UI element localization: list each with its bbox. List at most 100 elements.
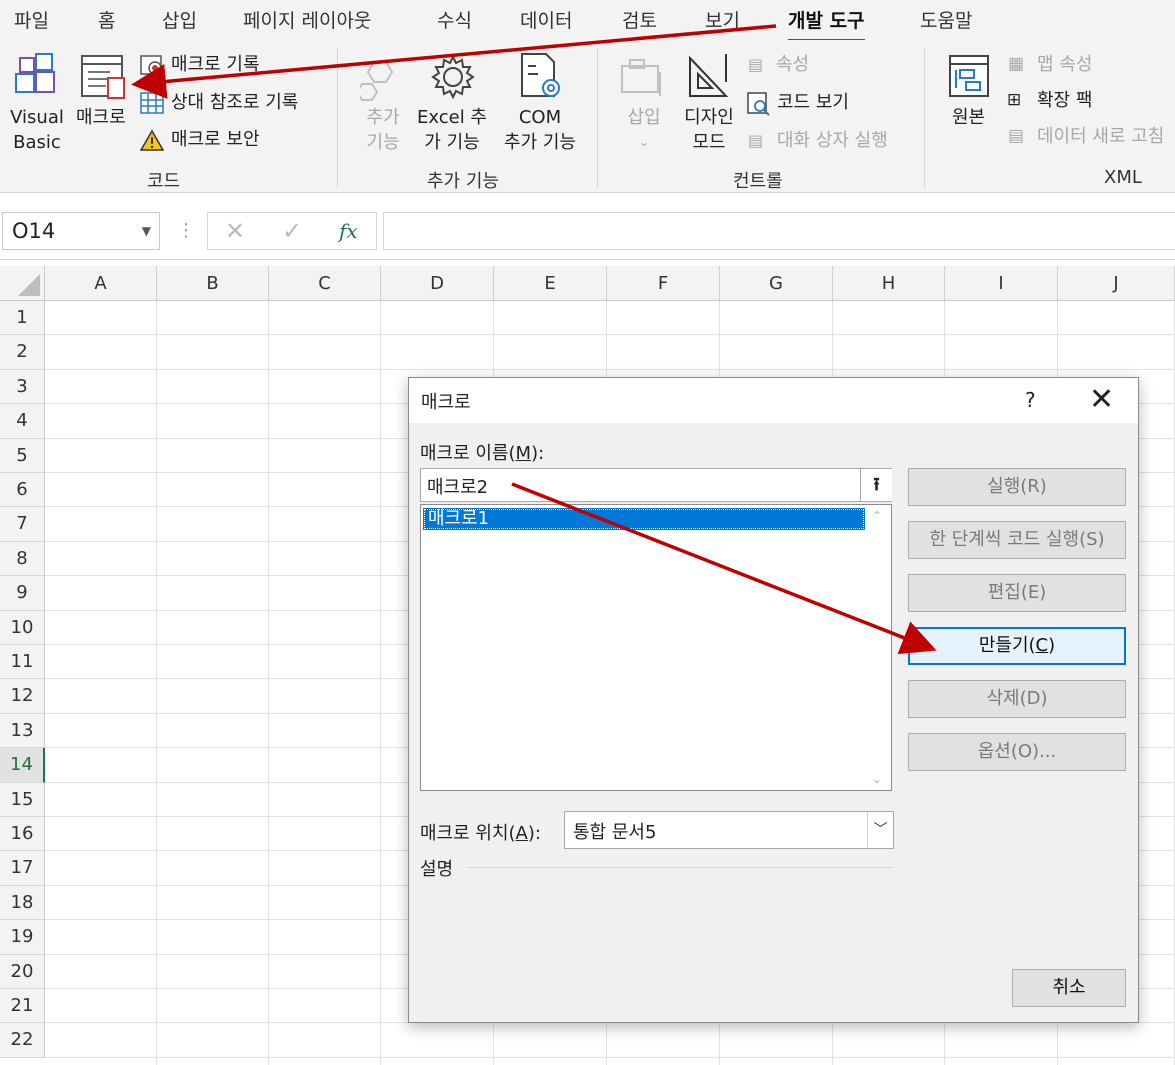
gridline — [156, 301, 157, 1065]
tab-data[interactable]: 데이터 — [520, 6, 572, 33]
column-header-e[interactable]: E — [494, 266, 607, 301]
column-header-f[interactable]: F — [607, 266, 720, 301]
macro-name-input[interactable]: 매크로2 — [420, 468, 892, 502]
column-header-g[interactable]: G — [720, 266, 833, 301]
row-header-4[interactable]: 4 — [0, 404, 45, 439]
insert-function-icon[interactable]: fx — [339, 219, 358, 243]
scroll-up-icon[interactable]: ⌃ — [872, 509, 882, 523]
record-macro-button[interactable]: 매크로 기록 — [171, 52, 260, 77]
row-header-3[interactable]: 3 — [0, 369, 45, 405]
row-header-20[interactable]: 20 — [0, 954, 45, 989]
cancel-button[interactable]: 취소 — [1012, 969, 1126, 1007]
formula-bar-splitter[interactable]: ⋮ — [177, 220, 195, 241]
tab-help[interactable]: 도움말 — [920, 6, 972, 33]
row-header-17[interactable]: 17 — [0, 851, 45, 886]
dialog-titlebar: 매크로 ? ✕ — [409, 378, 1138, 423]
macros-button[interactable]: 매크로 — [76, 105, 126, 130]
tab-home[interactable]: 홈 — [98, 6, 115, 33]
row-header-16[interactable]: 16 — [0, 817, 45, 852]
macros-icon — [81, 55, 125, 99]
macro-dialog: 매크로 ? ✕ 매크로 이름(M): 매크로2 ⭱ 매크로1 ⌃ ⌄ 실행(R)… — [408, 377, 1139, 1023]
row-header-10[interactable]: 10 — [0, 610, 45, 645]
row-header-6[interactable]: 6 — [0, 473, 45, 508]
formula-input[interactable] — [383, 212, 1175, 250]
column-header-b[interactable]: B — [157, 266, 269, 301]
ribbon: Visual Basic 매크로 매크로 기록 상대 참조로 기록 매크로 보안… — [0, 40, 1175, 193]
description-label: 설명 — [420, 859, 454, 880]
tab-page-layout[interactable]: 페이지 레이아웃 — [243, 6, 371, 33]
macro-list[interactable]: 매크로1 ⌃ ⌄ — [420, 504, 892, 791]
expansion-packs-button[interactable]: 확장 팩 — [1037, 88, 1092, 113]
row-header-21[interactable]: 21 — [0, 989, 45, 1024]
row-header-11[interactable]: 11 — [0, 645, 45, 680]
com-add-ins-button[interactable]: COM 추가 기능 — [498, 105, 582, 155]
create-button[interactable]: 만들기(C) — [908, 627, 1126, 665]
options-button[interactable]: 옵션(O)... — [908, 733, 1126, 771]
macro-location-select[interactable]: 통합 문서5 ﹀ — [564, 811, 894, 849]
tab-insert[interactable]: 삽입 — [162, 6, 197, 33]
macro-security-button[interactable]: 매크로 보안 — [171, 127, 260, 152]
cancel-icon[interactable]: ✕ — [225, 217, 245, 245]
scroll-down-icon[interactable]: ⌄ — [872, 772, 882, 786]
column-header-d[interactable]: D — [381, 266, 494, 301]
help-button[interactable]: ? — [1025, 388, 1036, 412]
group-label-add-ins: 추가 기능 — [427, 171, 499, 192]
row-header-22[interactable]: 22 — [0, 1023, 45, 1058]
row-header-19[interactable]: 19 — [0, 920, 45, 955]
view-code-button[interactable]: 코드 보기 — [777, 90, 849, 115]
column-header-c[interactable]: C — [269, 266, 381, 301]
select-all-button[interactable] — [0, 266, 45, 301]
run-dialog-button: 대화 상자 실행 — [777, 130, 888, 151]
gridline — [45, 1056, 1175, 1058]
column-header-a[interactable]: A — [45, 266, 157, 301]
macro-security-icon — [140, 129, 164, 151]
insert-control-button: 삽입 ⌄ — [627, 107, 661, 149]
relative-reference-button[interactable]: 상대 참조로 기록 — [171, 90, 298, 115]
tab-review[interactable]: 검토 — [622, 6, 657, 33]
visual-basic-button[interactable]: Visual Basic — [8, 105, 66, 155]
list-item[interactable]: 매크로1 — [423, 508, 865, 530]
name-box[interactable]: O14 ▼ — [2, 212, 160, 250]
enter-icon[interactable]: ✓ — [282, 217, 302, 245]
column-header-j[interactable]: J — [1058, 266, 1175, 301]
chevron-down-icon[interactable]: ﹀ — [867, 812, 893, 848]
row-header-2[interactable]: 2 — [0, 335, 45, 370]
add-ins-button: 추가 기능 — [366, 107, 400, 153]
upload-icon[interactable]: ⭱ — [860, 469, 892, 501]
gridline — [380, 301, 381, 1065]
refresh-data-icon: ▤ — [1008, 126, 1025, 146]
delete-button[interactable]: 삭제(D) — [908, 680, 1126, 718]
list-scrollbar[interactable]: ⌃ ⌄ — [865, 505, 891, 790]
row-header-14[interactable]: 14 — [0, 748, 45, 783]
row-header-12[interactable]: 12 — [0, 679, 45, 714]
properties-button: 속성 — [776, 54, 810, 75]
record-macro-icon — [140, 55, 162, 75]
excel-add-ins-button[interactable]: Excel 추 가 기능 — [416, 105, 488, 155]
run-button[interactable]: 실행(R) — [908, 468, 1126, 506]
gridline — [45, 334, 1175, 336]
edit-button[interactable]: 편집(E) — [908, 574, 1126, 612]
tab-view[interactable]: 보기 — [705, 6, 740, 33]
tab-file[interactable]: 파일 — [14, 6, 49, 33]
close-button[interactable]: ✕ — [1089, 382, 1114, 417]
column-header-i[interactable]: I — [945, 266, 1058, 301]
step-into-button[interactable]: 한 단계씩 코드 실행(S) — [908, 521, 1126, 559]
formula-buttons: ✕ ✓ fx — [207, 212, 377, 250]
row-header-15[interactable]: 15 — [0, 782, 45, 817]
row-header-9[interactable]: 9 — [0, 576, 45, 611]
xml-source-button[interactable]: 원본 — [952, 105, 985, 130]
row-header-5[interactable]: 5 — [0, 438, 45, 473]
row-header-1[interactable]: 1 — [0, 301, 45, 336]
column-header-h[interactable]: H — [833, 266, 945, 301]
tab-formulas[interactable]: 수식 — [437, 6, 472, 33]
row-header-13[interactable]: 13 — [0, 713, 45, 749]
group-divider — [337, 48, 338, 188]
row-header-7[interactable]: 7 — [0, 507, 45, 542]
group-label-code: 코드 — [147, 171, 181, 192]
row-header-8[interactable]: 8 — [0, 541, 45, 577]
row-header-18[interactable]: 18 — [0, 885, 45, 921]
excel-add-ins-gear-icon — [431, 54, 475, 100]
chevron-down-icon[interactable]: ▼ — [142, 224, 151, 238]
design-mode-button[interactable]: 디자인 모드 — [680, 105, 738, 155]
tab-developer[interactable]: 개발 도구 — [788, 6, 865, 42]
